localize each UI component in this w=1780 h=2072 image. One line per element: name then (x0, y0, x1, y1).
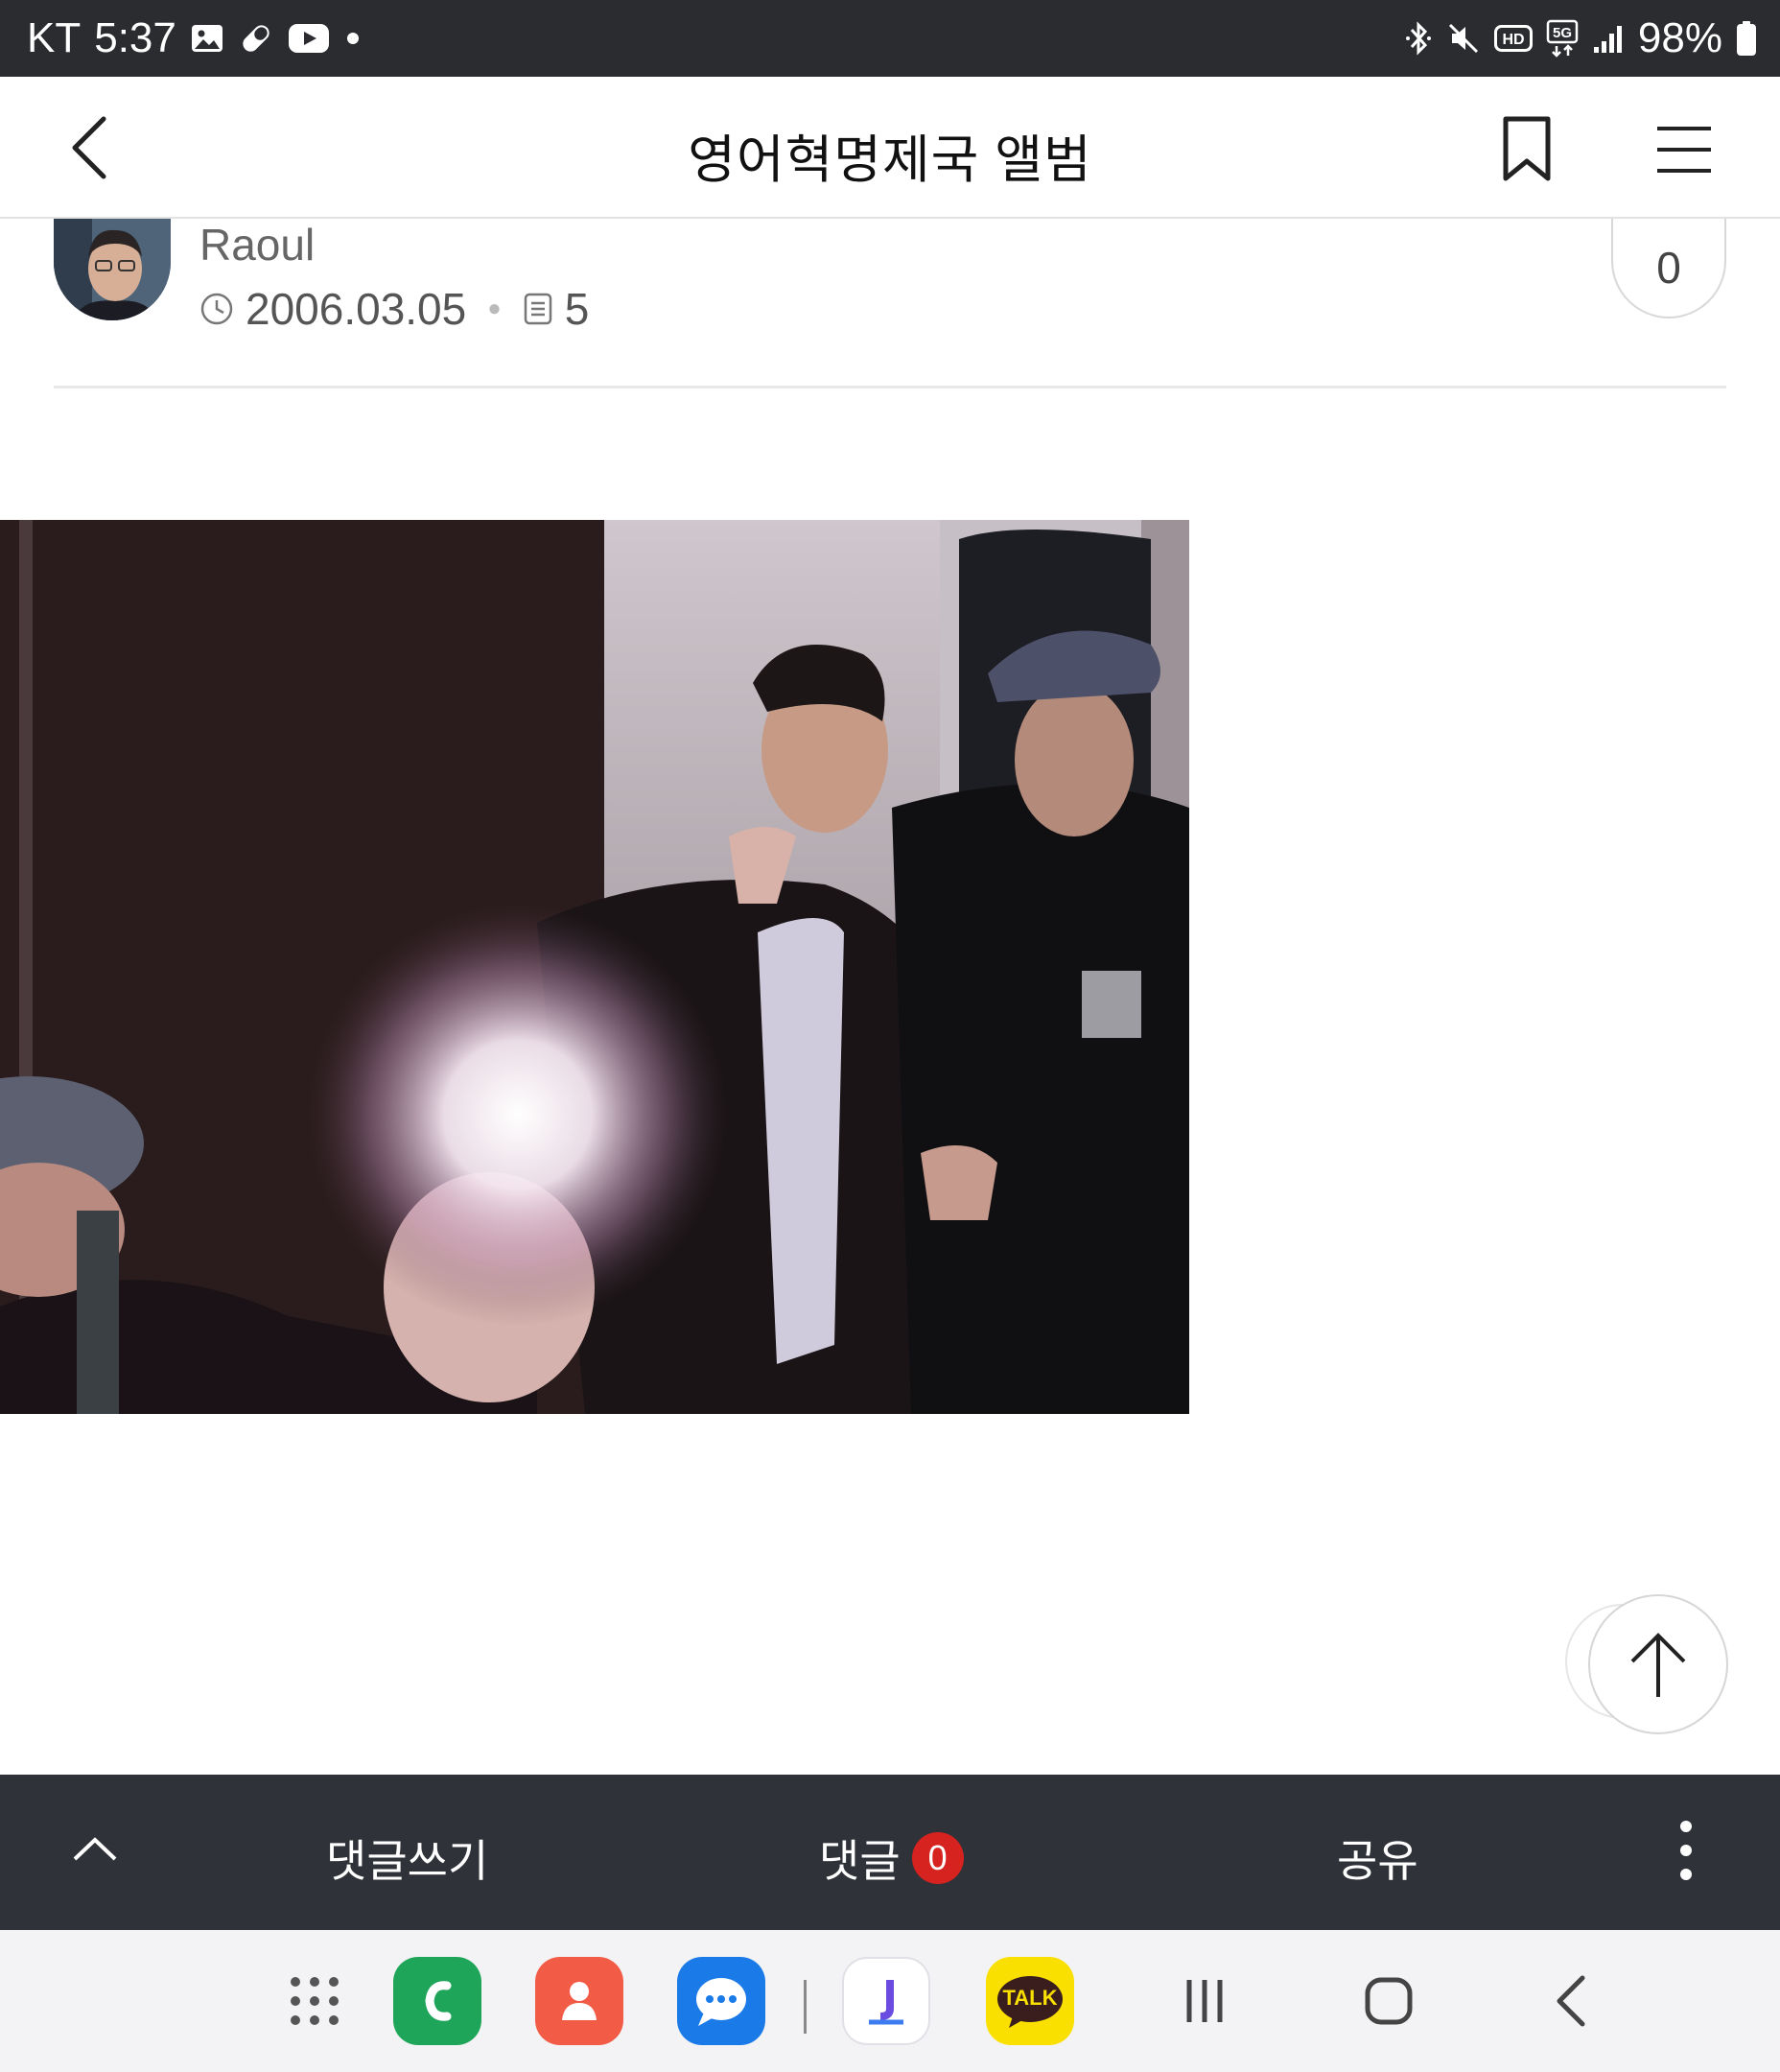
svg-text:HD: HD (1502, 32, 1524, 48)
comment-count-badge: 0 (911, 1832, 964, 1884)
share-button[interactable]: 공유 (1337, 1826, 1418, 1890)
clock: 5:37 (94, 14, 176, 61)
signal-strength-icon (1592, 22, 1625, 55)
post-author-info: Raoul 2006.03.05 ● 5 0 (0, 219, 1780, 388)
mute-icon (1446, 21, 1481, 56)
contacts-icon (562, 1982, 597, 2020)
messages-app-button[interactable] (677, 1957, 765, 2045)
battery-percent: 98% (1637, 14, 1722, 61)
contacts-app-button[interactable] (535, 1957, 623, 2045)
home-icon (1365, 1977, 1413, 2025)
avatar[interactable] (54, 219, 171, 320)
bookmark-button[interactable] (1496, 115, 1558, 184)
back-arrow-icon (1557, 1975, 1585, 2027)
battery-icon (1736, 20, 1757, 57)
views-icon (523, 292, 553, 326)
more-options-button[interactable] (1669, 1819, 1703, 1882)
post-date: 2006.03.05 (246, 284, 467, 334)
home-button[interactable] (1345, 1957, 1433, 2045)
bottom-action-bar: 댓글쓰기 댓글 0 공유 (0, 1775, 1780, 1930)
apps-grid-button[interactable] (270, 1957, 359, 2045)
arrow-up-icon (1630, 1633, 1686, 1697)
hd-voice-icon: HD (1493, 24, 1533, 53)
dock-separator (804, 1980, 807, 2034)
clock-icon (199, 292, 234, 326)
collapse-button[interactable] (69, 1823, 121, 1874)
recent-apps-icon (1186, 1980, 1223, 2022)
post-meta: 2006.03.05 ● 5 (199, 280, 589, 338)
comments-label: 댓글 (819, 1836, 901, 1886)
divider (54, 386, 1726, 388)
comments-button[interactable]: 댓글 0 (819, 1826, 964, 1890)
system-nav-bar: TALK (0, 1930, 1780, 2072)
browser-icon (869, 1980, 903, 2025)
youtube-notification-icon (288, 22, 330, 55)
messages-icon (696, 1978, 746, 2026)
post-photo[interactable] (0, 520, 1189, 1414)
phone-app-button[interactable] (393, 1957, 481, 2045)
hamburger-menu-icon (1657, 127, 1711, 173)
app-header: 영어혁명제국 앨범 (0, 77, 1780, 219)
kakaotalk-app-button[interactable]: TALK (986, 1957, 1074, 2045)
scroll-to-top-button[interactable] (1588, 1594, 1728, 1734)
phone-icon (425, 1981, 452, 2021)
5g-network-icon: 5G (1546, 19, 1579, 58)
view-count: 5 (564, 284, 590, 334)
bluetooth-icon (1404, 19, 1433, 58)
write-comment-button[interactable]: 댓글쓰기 (326, 1826, 488, 1890)
pill-notification-icon (238, 20, 274, 57)
bookmark-icon (1503, 116, 1551, 181)
more-vertical-icon (1680, 1821, 1692, 1880)
meta-separator-dot: ● (487, 295, 502, 321)
author-name[interactable]: Raoul (199, 219, 315, 271)
menu-button[interactable] (1653, 119, 1715, 180)
system-back-button[interactable] (1529, 1957, 1617, 2045)
recent-apps-button[interactable] (1160, 1957, 1249, 2045)
gallery-notification-icon (190, 21, 224, 56)
like-count-button[interactable]: 0 (1611, 219, 1726, 318)
svg-text:5G: 5G (1553, 25, 1572, 41)
chevron-up-icon (73, 1837, 117, 1861)
apps-grid-icon (291, 1977, 339, 2025)
more-notifications-dot-icon (343, 29, 363, 48)
browser-app-button[interactable] (842, 1957, 930, 2045)
status-bar: KT 5:37 HD 5G 98% (0, 0, 1780, 77)
kakaotalk-label: TALK (1002, 1986, 1058, 2010)
carrier-label: KT (27, 14, 82, 61)
